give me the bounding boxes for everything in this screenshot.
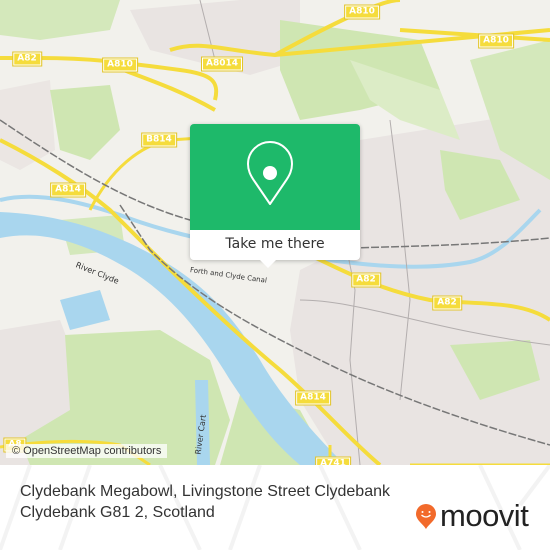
- park: [50, 85, 120, 160]
- road-label: A810: [102, 57, 138, 73]
- address-text: Clydebank Megabowl, Livingstone Street C…: [20, 483, 390, 521]
- road-label: A810: [478, 33, 514, 49]
- moovit-wordmark: moovit: [440, 498, 529, 533]
- popup-header: [190, 124, 360, 230]
- road-label: A741: [315, 456, 351, 465]
- road-label: A82: [432, 295, 462, 311]
- road-b814: [88, 136, 201, 211]
- popup-pointer: [258, 258, 278, 268]
- map-attribution: © OpenStreetMap contributors: [6, 444, 168, 458]
- map-pin-icon: [247, 141, 293, 205]
- road-label: B814: [141, 132, 177, 148]
- moovit-pin-icon: [416, 504, 436, 529]
- road-label: A82: [351, 272, 381, 288]
- road-label: A814: [295, 390, 331, 406]
- destination-popup[interactable]: Take me there: [190, 124, 360, 260]
- road-label: A82: [12, 51, 42, 67]
- park: [0, 0, 120, 40]
- footer: Clydebank Megabowl, Livingstone Street C…: [0, 465, 550, 550]
- take-me-there-button[interactable]: Take me there: [190, 230, 360, 260]
- moovit-logo: moovit: [415, 498, 529, 533]
- road-label: A810: [344, 4, 380, 20]
- road-label: A8014: [200, 56, 244, 72]
- river-clyde-dock: [60, 290, 110, 330]
- road-label: A814: [50, 182, 86, 198]
